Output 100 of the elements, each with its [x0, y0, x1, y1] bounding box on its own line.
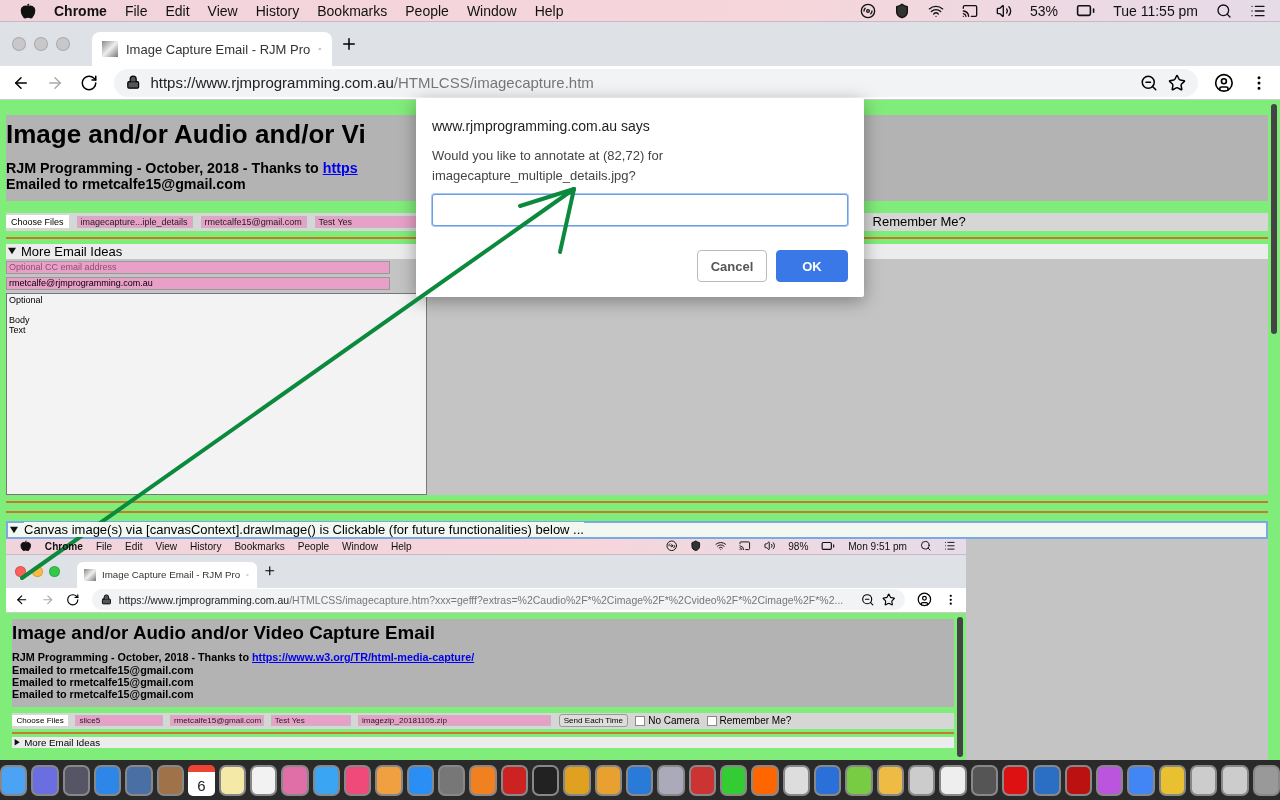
menu-item[interactable]: People: [297, 540, 330, 552]
menu-item[interactable]: People: [405, 2, 449, 19]
menu-item[interactable]: Help: [534, 2, 564, 19]
section-summary[interactable]: Canvas image(s) via [canvasContext].drawImage() is Clickable (for future functionalities) below ...: [24, 522, 584, 538]
app-icon[interactable]: [720, 764, 748, 796]
menu-item[interactable]: File: [124, 2, 148, 19]
menu-item[interactable]: History: [255, 2, 300, 19]
section-summary[interactable]: More Email Ideas: [24, 736, 100, 748]
star-icon[interactable]: [882, 593, 896, 607]
shield-icon[interactable]: [690, 540, 702, 552]
subject-field[interactable]: Test Yes: [270, 715, 351, 726]
menu-clock[interactable]: Mon 9:51 pm: [848, 540, 907, 552]
menu-item[interactable]: File: [95, 540, 113, 552]
choose-files-button[interactable]: Choose Files: [12, 714, 69, 727]
checkbox[interactable]: [706, 715, 717, 726]
email-field[interactable]: rmetcalfe15@gmail.com: [200, 215, 307, 228]
airplay-icon[interactable]: [739, 540, 751, 552]
menu-item[interactable]: History: [190, 540, 222, 552]
disc-icon[interactable]: [665, 540, 678, 552]
from-email-field[interactable]: rmetcalfe@rjmprogramming.com.au: [6, 276, 390, 290]
app-icon[interactable]: [594, 764, 623, 796]
body-text-area[interactable]: Optional Body Text: [6, 292, 427, 495]
app-icon[interactable]: [0, 764, 28, 796]
zip-field[interactable]: imagezip_20181105.zip: [358, 715, 552, 726]
menu-item[interactable]: Help: [390, 540, 412, 552]
app-icon[interactable]: [250, 764, 278, 796]
disclosure-triangle-icon[interactable]: [14, 739, 21, 746]
disclosure-triangle-icon[interactable]: [8, 247, 16, 256]
menu-item[interactable]: View: [155, 540, 178, 552]
app-icon[interactable]: [782, 764, 811, 796]
checkbox-label: No Camera: [648, 715, 700, 727]
send-select[interactable]: Send Each Time: [558, 714, 629, 727]
zoom-out-icon[interactable]: [1140, 73, 1159, 92]
back-icon[interactable]: [15, 593, 29, 607]
screenshot-image[interactable]: [6, 538, 966, 760]
emailed-text: Emailed to rmetcalfe15@gmail.com: [12, 663, 194, 676]
volume-icon[interactable]: [763, 540, 776, 552]
browser-tab[interactable]: Image Capture Email - RJM Pro: [76, 562, 257, 588]
scrollbar-thumb[interactable]: [957, 617, 963, 758]
volume-icon[interactable]: [995, 2, 1012, 19]
scrollbar-thumb[interactable]: [1271, 104, 1277, 334]
menu-item[interactable]: Window: [342, 540, 378, 552]
app-icon[interactable]: [1158, 764, 1186, 796]
airplay-icon[interactable]: [961, 2, 978, 19]
checkbox-label: Remember Me?: [719, 715, 792, 727]
browser-tab[interactable]: Image Capture Email - RJM Pro: [92, 32, 332, 66]
search-icon[interactable]: [919, 540, 932, 552]
apple-icon[interactable]: [20, 540, 32, 552]
app-icon[interactable]: [312, 764, 341, 796]
menu-item[interactable]: Bookmarks: [234, 540, 285, 552]
disclosure-triangle-icon[interactable]: [10, 525, 18, 534]
app-icon[interactable]: [218, 764, 247, 796]
app-icon[interactable]: [1189, 764, 1218, 796]
disc-icon[interactable]: [859, 2, 876, 19]
new-tab-icon[interactable]: [340, 35, 358, 53]
profile-icon[interactable]: [916, 592, 932, 608]
checkbox[interactable]: [635, 715, 646, 726]
wifi-icon[interactable]: [714, 540, 727, 552]
app-icon[interactable]: [876, 764, 904, 796]
byline-link[interactable]: https: [322, 160, 358, 176]
menu-clock[interactable]: Tue 11:55 pm: [1113, 2, 1198, 19]
new-tab-icon[interactable]: [262, 564, 276, 578]
ok-button[interactable]: OK: [776, 250, 848, 282]
reload-icon[interactable]: [80, 73, 98, 92]
byline-link[interactable]: https://www.w3.org/TR/html-media-capture/: [252, 651, 475, 664]
search-icon[interactable]: [1216, 2, 1232, 19]
menu-item[interactable]: Bookmarks: [317, 2, 388, 19]
app-icon[interactable]: [375, 764, 403, 796]
shield-icon[interactable]: [893, 2, 910, 19]
menu-item[interactable]: Chrome: [54, 2, 107, 19]
calendar-icon[interactable]: 6: [188, 764, 215, 796]
favicon-icon: [84, 568, 96, 581]
address-bar[interactable]: https://www.rjmprogramming.com.au/HTMLCSS/imagecapture.htm: [114, 68, 1199, 97]
reload-icon[interactable]: [66, 593, 80, 607]
app-icon[interactable]: [657, 764, 685, 796]
cancel-button[interactable]: Cancel: [697, 250, 767, 282]
window-control[interactable]: [32, 565, 43, 577]
file-name-field[interactable]: slice5: [75, 715, 163, 726]
window-control[interactable]: [15, 565, 26, 577]
address-bar[interactable]: https://www.rjmprogramming.com.au/HTMLCSS/imagecapture.htm?xxx=gefff?extras=%2Caudio%2F*%2Cimage%2F*%2Cvideo%2F*%2Cimage%2F*%2...: [91, 589, 905, 611]
menu-item[interactable]: View: [207, 2, 238, 19]
star-icon[interactable]: [1168, 73, 1187, 92]
menu-item[interactable]: Edit: [125, 540, 143, 552]
menu-item[interactable]: Edit: [165, 2, 190, 19]
menu-item[interactable]: Window: [466, 2, 517, 19]
app-icon[interactable]: [1221, 764, 1249, 796]
profile-icon[interactable]: [1214, 72, 1234, 93]
zoom-out-icon[interactable]: [861, 593, 875, 607]
app-icon[interactable]: [939, 764, 967, 796]
app-icon[interactable]: [469, 764, 497, 796]
dialog-message: Would you like to annotate at (82,72) for imagecapture_multiple_details.jpg?: [432, 147, 664, 185]
app-icon[interactable]: [908, 764, 936, 796]
email-field[interactable]: rmetcalfe15@gmail.com: [169, 715, 264, 726]
file-name-field[interactable]: imagecapture...iple_details: [76, 215, 193, 228]
list-icon[interactable]: [944, 540, 956, 552]
apple-icon[interactable]: [20, 2, 36, 19]
choose-files-button[interactable]: Choose Files: [6, 215, 69, 229]
dialog-input-field[interactable]: [432, 194, 848, 226]
app-icon[interactable]: [563, 764, 591, 796]
app-icon[interactable]: [845, 764, 873, 796]
